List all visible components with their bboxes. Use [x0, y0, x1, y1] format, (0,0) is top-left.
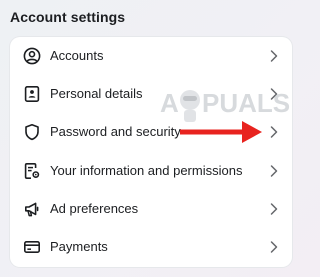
settings-item-payments[interactable]: Payments [10, 228, 292, 265]
user-circle-icon [23, 47, 41, 65]
chevron-right-icon [270, 240, 278, 254]
settings-item-label: Accounts [50, 48, 104, 63]
chevron-right-icon [270, 164, 278, 178]
chevron-right-icon [270, 202, 278, 216]
settings-item-information-permissions[interactable]: Your information and permissions [10, 152, 292, 189]
section-title: Account settings [10, 9, 126, 25]
settings-item-label: Your information and permissions [50, 163, 243, 178]
watermark-text: A [160, 88, 179, 118]
settings-item-accounts[interactable]: Accounts [10, 37, 292, 74]
settings-item-label: Payments [50, 239, 108, 254]
megaphone-icon [23, 200, 41, 218]
settings-item-label: Ad preferences [50, 201, 139, 216]
watermark-mascot-icon [180, 90, 200, 122]
red-arrow-annotation [180, 120, 262, 144]
settings-item-ad-preferences[interactable]: Ad preferences [10, 190, 292, 227]
id-card-icon [23, 85, 41, 103]
settings-card: Accounts Personal details Password and s… [10, 37, 292, 267]
chevron-right-icon [270, 49, 278, 63]
svg-text:PUALS: PUALS [202, 88, 290, 118]
document-settings-icon [23, 162, 41, 180]
shield-icon [23, 123, 41, 141]
credit-card-icon [23, 238, 41, 256]
settings-item-label: Personal details [50, 86, 143, 101]
